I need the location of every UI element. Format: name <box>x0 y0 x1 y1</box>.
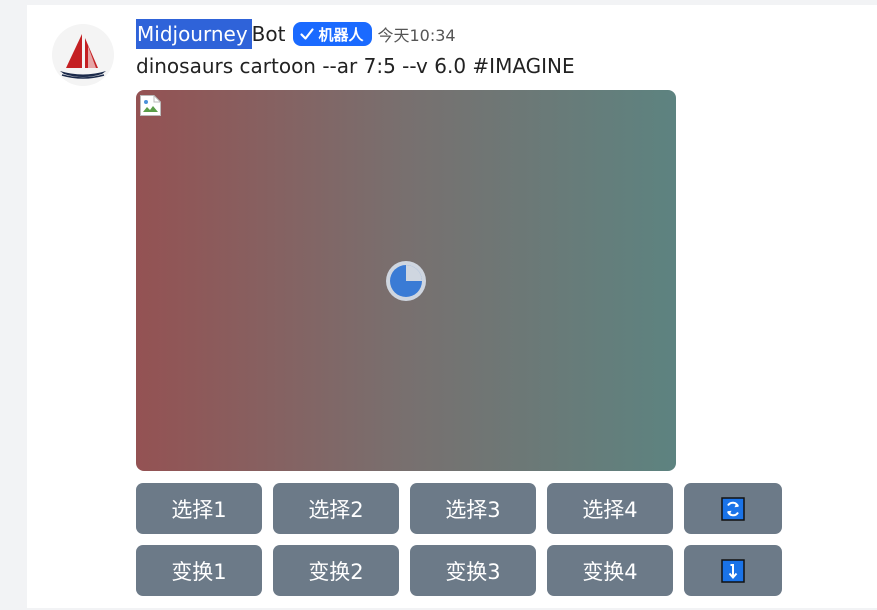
variation-button-1[interactable]: 变换1 <box>136 545 262 596</box>
select-button-1[interactable]: 选择1 <box>136 483 262 534</box>
author-name-highlighted[interactable]: Midjourney <box>136 19 252 49</box>
message-timestamp: 今天10:34 <box>377 26 456 45</box>
refresh-icon <box>721 496 745 521</box>
down-arrow-button[interactable] <box>684 545 782 596</box>
select-button-3[interactable]: 选择3 <box>410 483 536 534</box>
select-button-4[interactable]: 选择4 <box>547 483 673 534</box>
select-button-2[interactable]: 选择2 <box>273 483 399 534</box>
bot-avatar[interactable] <box>52 24 114 86</box>
select-button-row: 选择1 选择2 选择3 选择4 <box>136 483 782 534</box>
message-header: Midjourney Bot 机器人 今天10:34 <box>136 18 456 50</box>
checkmark-icon <box>300 28 315 40</box>
variation-button-row: 变换1 变换2 变换3 变换4 <box>136 545 782 596</box>
message-text: dinosaurs cartoon --ar 7:5 --v 6.0 #IMAG… <box>136 54 575 78</box>
generated-image-placeholder[interactable] <box>136 90 676 471</box>
broken-image-icon <box>140 95 161 116</box>
bot-badge: 机器人 <box>293 22 372 46</box>
loading-spinner-icon <box>386 261 426 301</box>
variation-button-3[interactable]: 变换3 <box>410 545 536 596</box>
variation-button-2[interactable]: 变换2 <box>273 545 399 596</box>
bot-badge-label: 机器人 <box>318 25 364 44</box>
variation-button-4[interactable]: 变换4 <box>547 545 673 596</box>
sailboat-icon <box>60 34 106 79</box>
author-name-suffix[interactable]: Bot <box>252 19 286 49</box>
reroll-button[interactable] <box>684 483 782 534</box>
arrow-down-icon <box>721 558 745 583</box>
